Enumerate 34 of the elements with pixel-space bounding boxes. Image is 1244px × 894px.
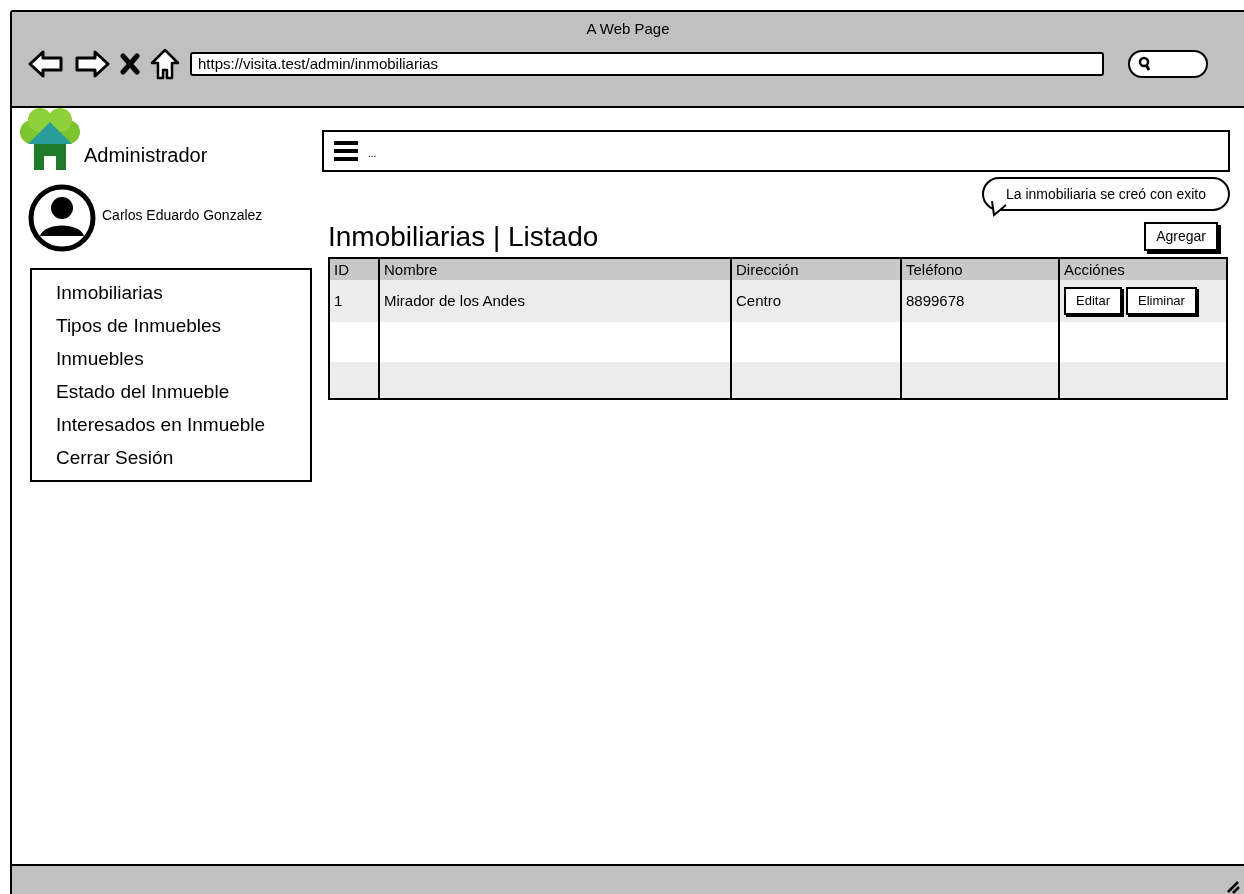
- column-header: Teléfono: [900, 259, 1058, 280]
- nav-link[interactable]: Tipos de Inmuebles: [56, 309, 310, 342]
- table-action-button[interactable]: Editar: [1064, 287, 1122, 315]
- user-avatar-icon: [28, 184, 96, 252]
- search-field[interactable]: [1128, 50, 1208, 78]
- table-action-button[interactable]: Eliminar: [1125, 287, 1197, 315]
- page-title: Inmobiliarias | Listado: [328, 221, 599, 253]
- window-title: A Web Page: [586, 20, 670, 37]
- home-icon[interactable]: [150, 48, 180, 80]
- back-arrow-icon[interactable]: [28, 49, 64, 79]
- resize-grip-icon[interactable]: [1226, 880, 1240, 894]
- nav-link[interactable]: Estado del Inmueble: [56, 375, 310, 408]
- nav-link[interactable]: Inmobiliarias: [56, 276, 310, 309]
- table-cell: 8899678: [900, 280, 1058, 322]
- brand-name: Administrador: [84, 143, 208, 168]
- menu-bar-text: ...: [368, 146, 377, 161]
- user-name: Carlos Eduardo Gonzalez: [102, 205, 263, 225]
- table-cell: 1: [330, 280, 378, 322]
- forward-arrow-icon[interactable]: [74, 49, 110, 79]
- house-tree-logo-icon: [18, 108, 82, 172]
- menu-icon[interactable]: [332, 139, 360, 163]
- column-header: Acciónes: [1058, 259, 1226, 280]
- nav-link[interactable]: Inmuebles: [56, 342, 310, 375]
- nav-link[interactable]: Interesados en Inmueble: [56, 408, 310, 441]
- column-header: Dirección: [730, 259, 900, 280]
- close-icon[interactable]: [120, 53, 140, 75]
- column-header: ID: [330, 259, 378, 280]
- nav-link[interactable]: Cerrar Sesión: [56, 441, 310, 474]
- add-button[interactable]: Agregar: [1144, 222, 1218, 251]
- search-icon: [1138, 56, 1152, 72]
- table-cell: Centro: [730, 280, 900, 322]
- table-cell: Mirador de los Andes: [378, 280, 730, 322]
- address-bar[interactable]: https://visita.test/admin/inmobiliarias: [190, 52, 1104, 76]
- column-header: Nombre: [378, 259, 730, 280]
